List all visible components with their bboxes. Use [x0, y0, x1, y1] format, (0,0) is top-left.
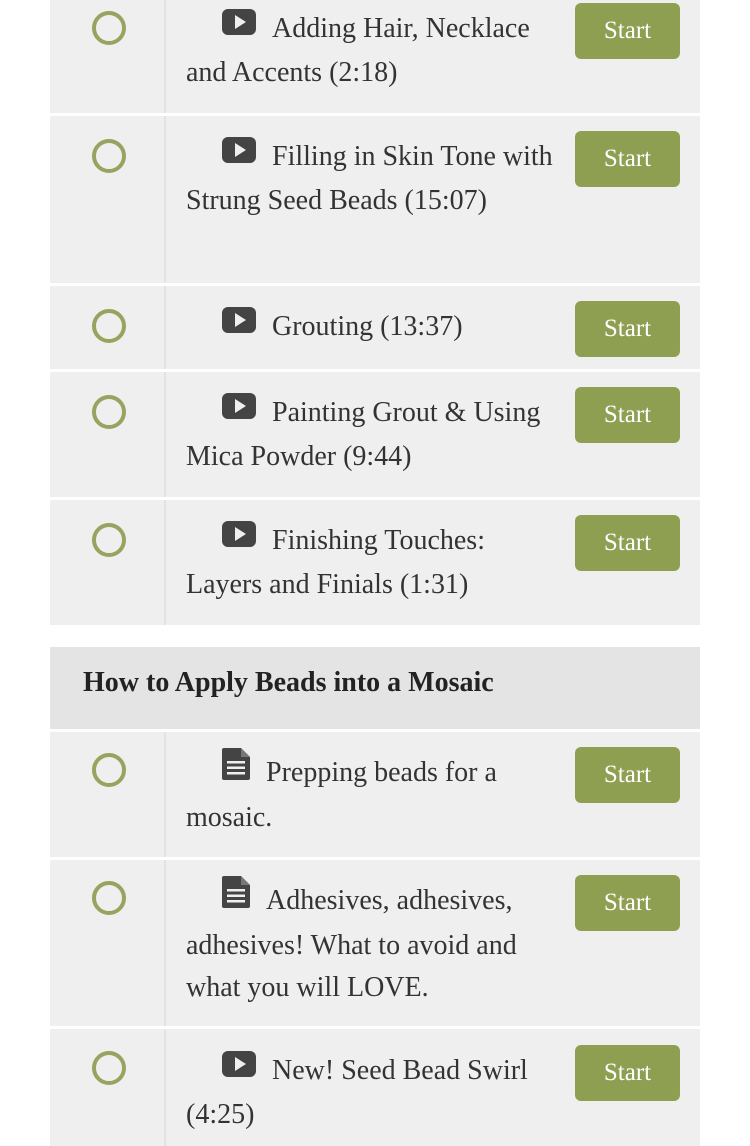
completion-circle-icon[interactable] — [92, 523, 126, 557]
row-divider — [164, 500, 166, 625]
row-divider — [164, 860, 166, 1026]
start-button[interactable]: Start — [575, 3, 680, 59]
lesson-row[interactable]: Finishing Touches: Layers and Finials (1… — [50, 500, 700, 625]
lesson-row[interactable]: Grouting (13:37) Start — [50, 286, 700, 369]
row-divider — [164, 116, 166, 283]
lesson-title[interactable]: Filling in Skin Tone with Strung Seed Be… — [186, 136, 556, 222]
completion-circle-icon[interactable] — [92, 881, 126, 915]
lesson-title-text: Grouting (13:37) — [272, 311, 463, 342]
row-divider — [164, 0, 166, 113]
row-divider — [164, 732, 166, 857]
row-divider — [164, 286, 166, 369]
video-play-icon — [204, 1048, 256, 1090]
start-button[interactable]: Start — [575, 1045, 680, 1101]
row-divider — [164, 372, 166, 497]
lesson-title[interactable]: Grouting (13:37) — [186, 306, 556, 350]
document-icon — [204, 876, 250, 921]
lesson-title[interactable]: Prepping beads for a mosaic. — [186, 748, 556, 839]
completion-circle-icon[interactable] — [92, 309, 126, 343]
video-play-icon — [204, 390, 256, 432]
video-play-icon — [204, 6, 256, 48]
lesson-title[interactable]: Finishing Touches: Layers and Finials (1… — [186, 520, 556, 606]
video-play-icon — [204, 134, 256, 176]
completion-circle-icon[interactable] — [92, 395, 126, 429]
lesson-title[interactable]: Adhesives, adhesives, adhesives! What to… — [186, 876, 556, 1009]
section-title: How to Apply Beads into a Mosaic — [83, 667, 494, 698]
lesson-row[interactable]: New! Seed Bead Swirl (4:25) Start — [50, 1029, 700, 1146]
lesson-title[interactable]: New! Seed Bead Swirl (4:25) — [186, 1050, 556, 1136]
lesson-row[interactable]: Painting Grout & Using Mica Powder (9:44… — [50, 372, 700, 497]
start-button[interactable]: Start — [575, 747, 680, 803]
start-button[interactable]: Start — [575, 515, 680, 571]
start-button[interactable]: Start — [575, 131, 680, 187]
completion-circle-icon[interactable] — [92, 753, 126, 787]
completion-circle-icon[interactable] — [92, 11, 126, 45]
video-play-icon — [204, 304, 256, 346]
video-play-icon — [204, 518, 256, 560]
lesson-title[interactable]: Adding Hair, Necklace and Accents (2:18) — [186, 8, 556, 94]
start-button[interactable]: Start — [575, 875, 680, 931]
lesson-row[interactable]: Adding Hair, Necklace and Accents (2:18)… — [50, 0, 700, 113]
completion-circle-icon[interactable] — [92, 139, 126, 173]
row-divider — [164, 1029, 166, 1146]
lesson-title[interactable]: Painting Grout & Using Mica Powder (9:44… — [186, 392, 556, 478]
lesson-row[interactable]: Filling in Skin Tone with Strung Seed Be… — [50, 116, 700, 283]
section-header: How to Apply Beads into a Mosaic — [50, 647, 700, 729]
lesson-row[interactable]: Prepping beads for a mosaic. Start — [50, 732, 700, 857]
document-icon — [204, 748, 250, 793]
completion-circle-icon[interactable] — [92, 1051, 126, 1085]
lesson-row[interactable]: Adhesives, adhesives, adhesives! What to… — [50, 860, 700, 1026]
start-button[interactable]: Start — [575, 387, 680, 443]
start-button[interactable]: Start — [575, 301, 680, 357]
